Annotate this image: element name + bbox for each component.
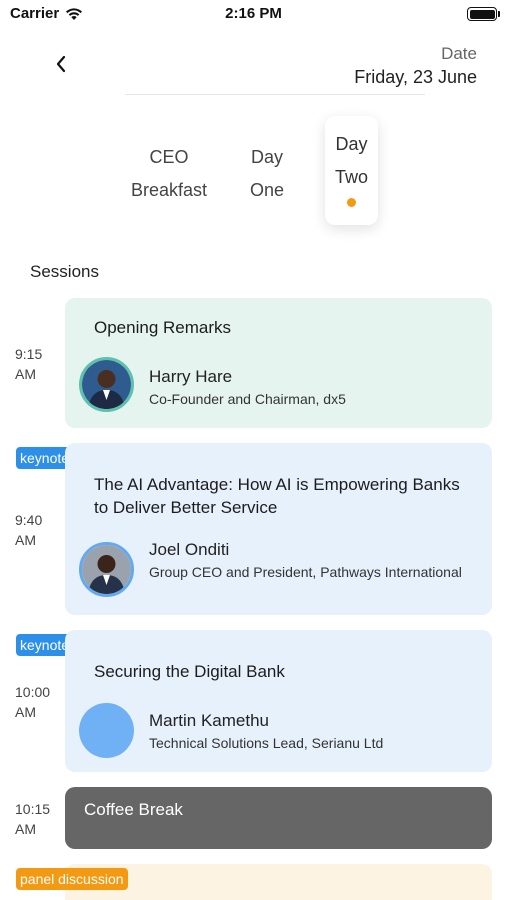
session-title: Opening Remarks: [94, 318, 232, 337]
status-time: 2:16 PM: [225, 5, 282, 22]
tab-label-line1: CEO: [149, 147, 189, 167]
session-card-panel-discussion[interactable]: [65, 864, 492, 900]
avatar: [79, 542, 134, 597]
date-label: Date: [441, 44, 477, 63]
session-time: 10:15 AM: [15, 801, 51, 837]
panel-discussion-badge: panel discussion: [16, 868, 128, 890]
speaker-name: Martin Kamethu: [149, 711, 269, 730]
session-title: The AI Advantage: How AI is Empowering B…: [94, 475, 460, 517]
session-time: 9:15 AM: [15, 346, 43, 382]
tab-label-line2: One: [249, 180, 285, 200]
tab-label-line2: Breakfast: [130, 180, 208, 200]
sessions-heading: Sessions: [30, 262, 99, 281]
back-button[interactable]: [50, 52, 72, 76]
session-time: 10:00 AM: [15, 684, 51, 720]
speaker-role: Co-Founder and Chairman, dx5: [149, 391, 346, 407]
tab-label-line1: Day: [250, 147, 283, 167]
speaker-photo: [82, 360, 131, 409]
speaker-role: Technical Solutions Lead, Serianu Ltd: [149, 735, 384, 751]
tab-day-one[interactable]: Day One: [237, 141, 297, 207]
speaker-name: Joel Onditi: [149, 540, 230, 559]
status-bar: Carrier 2:16 PM: [0, 0, 507, 28]
session-card-ai-advantage[interactable]: The AI Advantage: How AI is Empowering B…: [65, 443, 492, 615]
session-card-opening-remarks[interactable]: Opening Remarks Harry Hare Co-Founder an…: [65, 298, 492, 428]
header-divider: [125, 94, 425, 95]
battery-icon: [467, 7, 500, 21]
session-card-digital-bank[interactable]: Securing the Digital Bank Martin Kamethu…: [65, 630, 492, 772]
active-tab-indicator: [347, 198, 356, 207]
session-title: Coffee Break: [84, 800, 183, 819]
speaker-name: Harry Hare: [149, 367, 233, 386]
session-title: Securing the Digital Bank: [94, 662, 285, 681]
tab-label-line1: Day: [335, 134, 368, 154]
session-time: 9:40 AM: [15, 512, 43, 548]
tab-ceo-breakfast[interactable]: CEO Breakfast: [126, 141, 212, 207]
avatar: [79, 357, 134, 412]
chevron-left-icon: [56, 55, 66, 73]
date-value: Friday, 23 June: [354, 67, 477, 87]
tab-day-two[interactable]: Day Two: [325, 116, 378, 225]
tab-label-line2: Two: [334, 167, 368, 187]
speaker-photo: [82, 545, 131, 594]
avatar: [79, 703, 134, 758]
speaker-role: Group CEO and President, Pathways Intern…: [149, 564, 462, 580]
session-card-coffee-break[interactable]: Coffee Break: [65, 787, 492, 849]
